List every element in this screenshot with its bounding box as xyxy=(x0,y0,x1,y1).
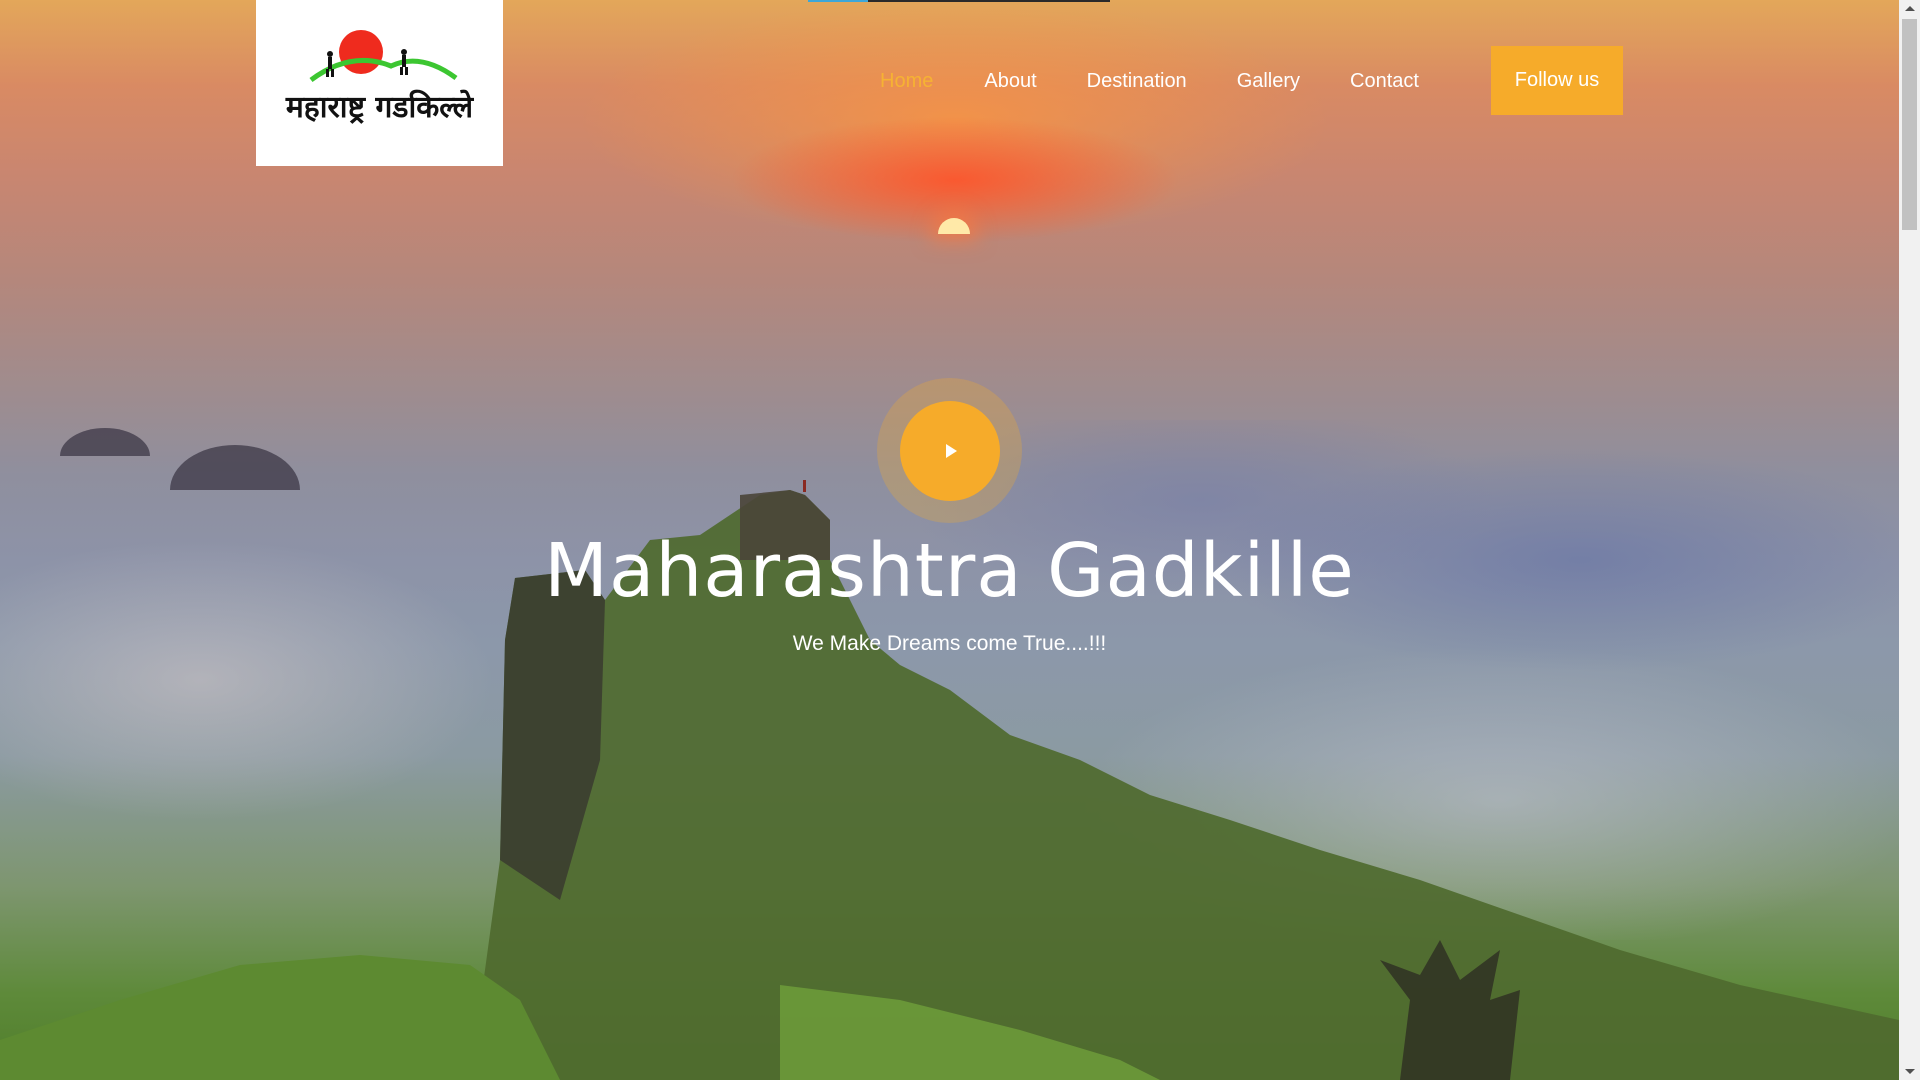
hero-title: Maharashtra Gadkille xyxy=(544,528,1355,614)
page-scrollbar[interactable] xyxy=(1899,0,1920,1080)
nav-gallery[interactable]: Gallery xyxy=(1237,70,1300,93)
nav-home[interactable]: Home xyxy=(880,70,933,93)
play-icon xyxy=(945,443,957,458)
hero-subtitle: We Make Dreams come True....!!! xyxy=(792,632,1107,655)
play-button-circle xyxy=(899,400,1000,501)
scrollbar-thumb[interactable] xyxy=(1902,19,1917,230)
page-load-progress xyxy=(808,0,1110,2)
logo-text: महाराष्ट्र गडकिल्ले xyxy=(285,90,474,125)
sun-icon xyxy=(339,30,383,74)
follow-us-button[interactable]: Follow us xyxy=(1491,46,1623,115)
nav-contact[interactable]: Contact xyxy=(1350,70,1419,93)
page: महाराष्ट्र गडकिल्ले Home About Destinati… xyxy=(0,0,1920,1080)
chevron-up-icon[interactable] xyxy=(1899,0,1920,17)
main-nav: Home About Destination Gallery Contact xyxy=(880,46,1419,116)
logo-graphic xyxy=(309,30,458,83)
page-load-progress-fill xyxy=(808,0,869,2)
chevron-down-icon[interactable] xyxy=(1899,1063,1920,1080)
site-logo[interactable]: महाराष्ट्र गडकिल्ले xyxy=(256,0,503,166)
play-video-button[interactable] xyxy=(877,378,1022,523)
nav-destination[interactable]: Destination xyxy=(1087,70,1187,93)
nav-about[interactable]: About xyxy=(984,70,1036,93)
